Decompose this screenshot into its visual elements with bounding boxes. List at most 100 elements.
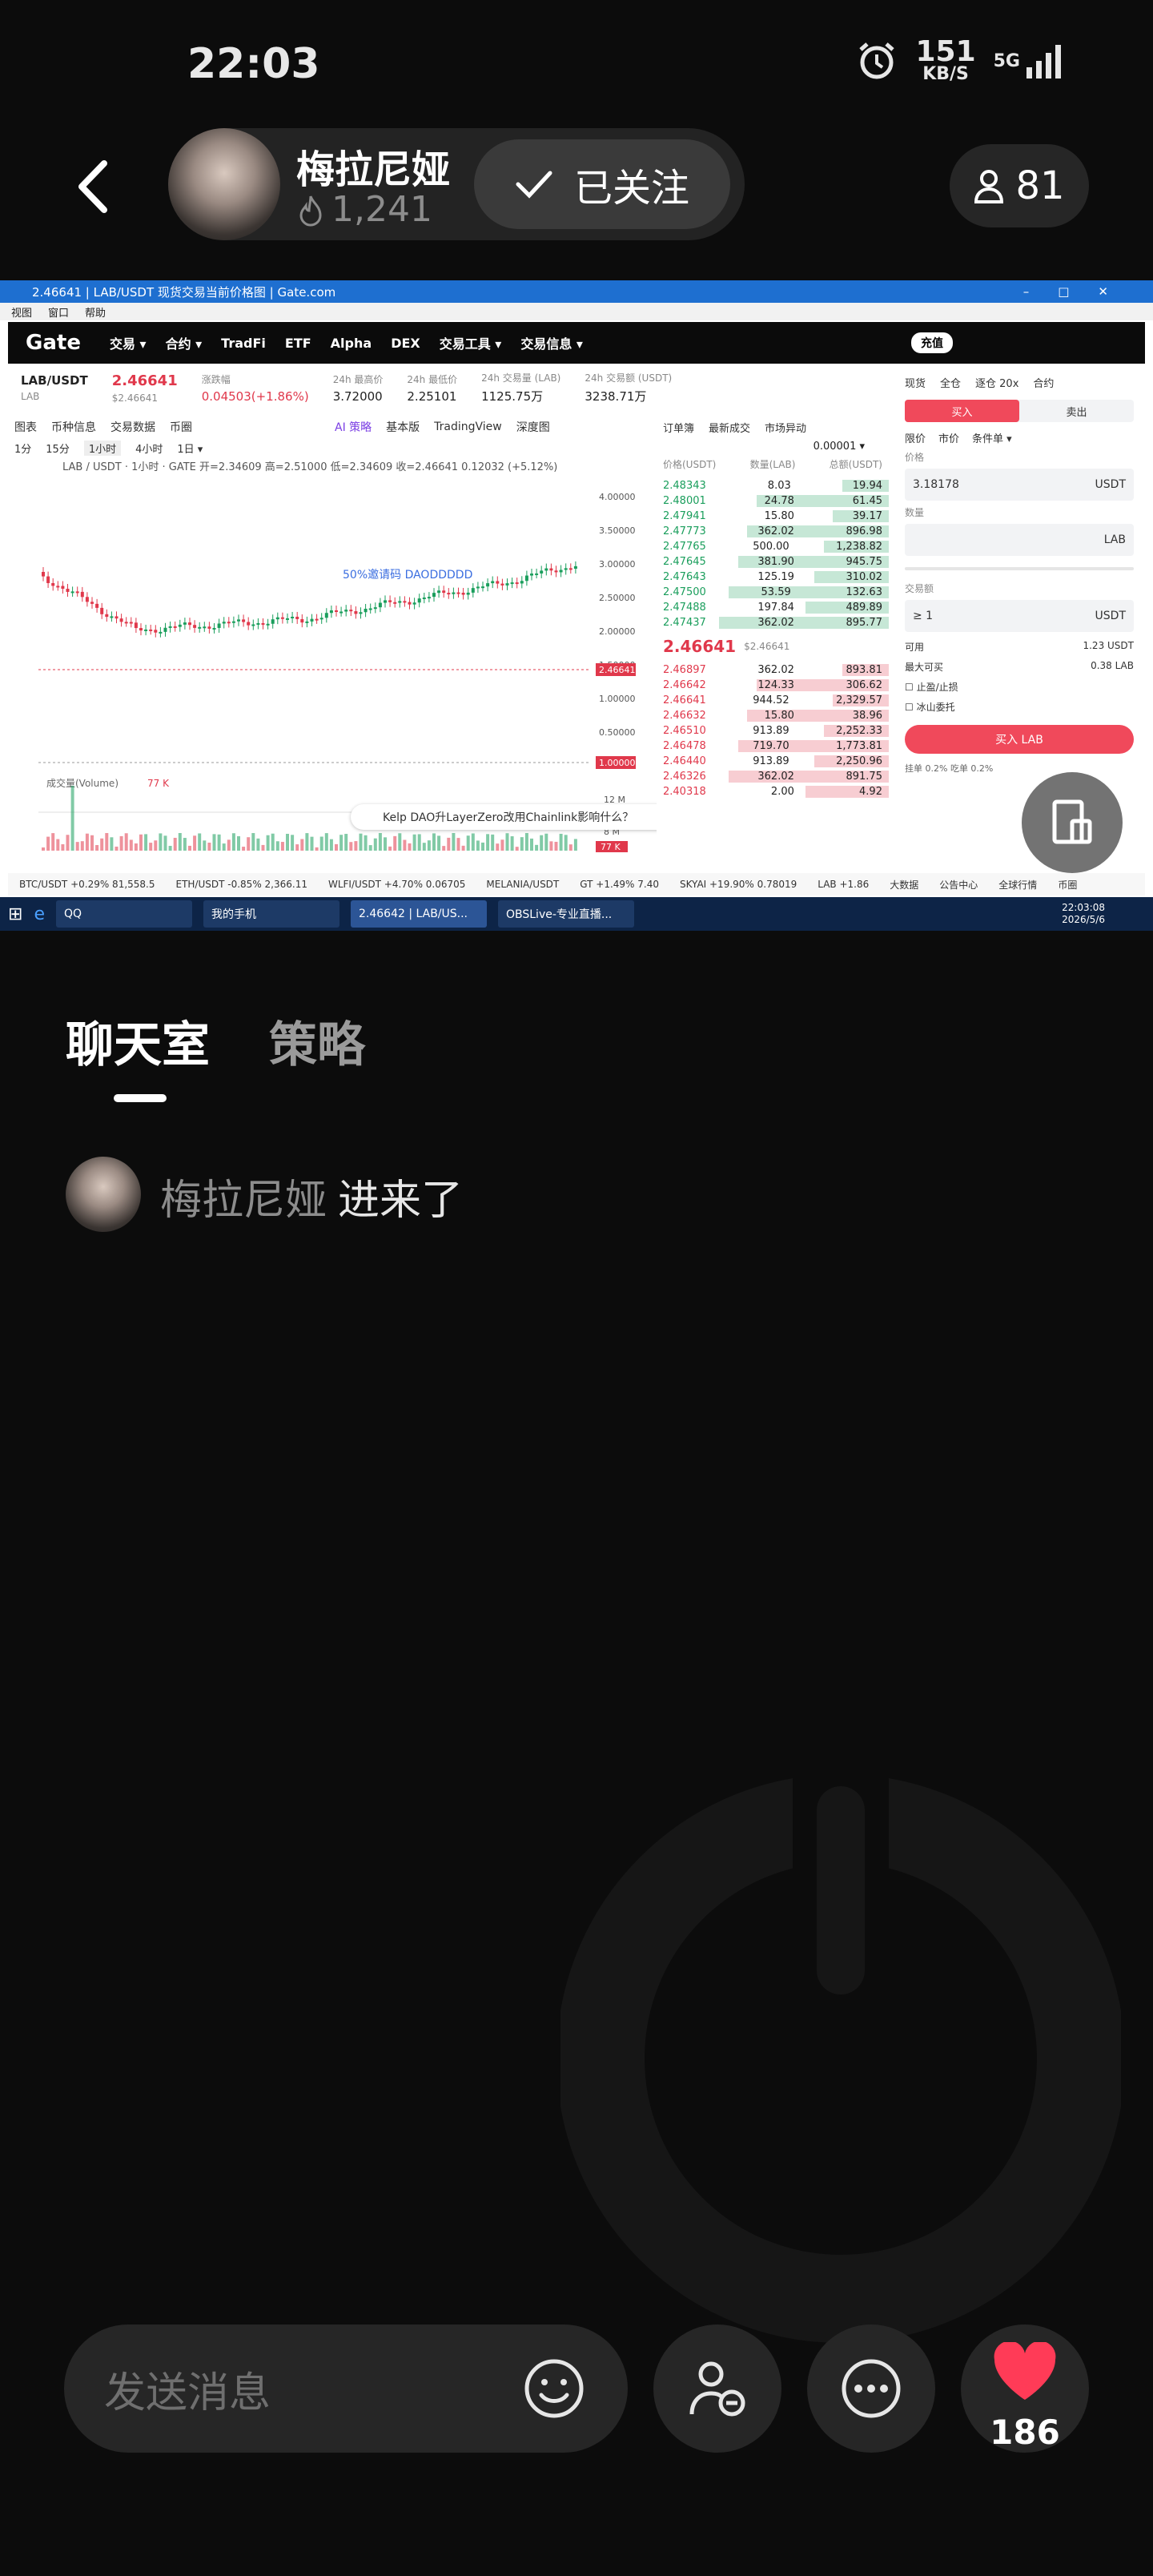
tab-chart[interactable]: 图表	[14, 419, 37, 435]
view-depth[interactable]: 深度图	[516, 419, 550, 435]
bid-row[interactable]: 2.47488 197.84 489.89	[657, 600, 889, 615]
interval-1m[interactable]: 1分	[14, 441, 31, 456]
price-input[interactable]: 3.18178 USDT	[905, 469, 1134, 501]
tab-recent-trades[interactable]: 最新成交	[709, 420, 750, 435]
qty-slider[interactable]	[905, 567, 1134, 570]
interval-4h[interactable]: 4小时	[135, 441, 163, 456]
task-gate[interactable]: 2.46642 | LAB/US...	[350, 900, 487, 928]
tab-market-moves[interactable]: 市场异动	[765, 420, 806, 435]
bid-row[interactable]: 2.47941 15.80 39.17	[657, 509, 889, 524]
view-basic[interactable]: 基本版	[386, 419, 420, 435]
bid-row[interactable]: 2.47437 362.02 895.77	[657, 615, 889, 630]
tab-strategy[interactable]: 策略	[269, 1006, 365, 1076]
follow-button[interactable]: 已关注	[474, 139, 730, 229]
bid-row[interactable]: 2.47773 362.02 896.98	[657, 524, 889, 539]
link-announcements[interactable]: 公告中心	[939, 878, 978, 892]
ask-row[interactable]: 2.46642 124.33 306.62	[657, 678, 889, 693]
bid-row[interactable]: 2.47645 381.90 945.75	[657, 554, 889, 570]
ticker-skyai[interactable]: SKYAI +19.90% 0.78019	[680, 879, 797, 890]
nav-info[interactable]: 交易信息 ▾	[520, 333, 583, 352]
buy-submit-button[interactable]: 买入 LAB	[905, 725, 1134, 754]
order-limit[interactable]: 限价	[905, 430, 926, 445]
ask-row[interactable]: 2.46440 913.89 2,250.96	[657, 754, 889, 769]
ask-row[interactable]: 2.46641 944.52 2,329.57	[657, 693, 889, 708]
emoji-icon[interactable]	[522, 2357, 586, 2421]
windows-start-icon[interactable]: ⊞	[8, 904, 22, 924]
pair-name[interactable]: LAB/USDT	[21, 373, 88, 388]
ask-row[interactable]: 2.46510 913.89 2,252.33	[657, 723, 889, 739]
viewer-count-button[interactable]: 81	[950, 144, 1089, 227]
deposit-button[interactable]: 充值	[911, 332, 953, 353]
ask-row[interactable]: 2.46478 719.70 1,773.81	[657, 739, 889, 754]
tab-trade-data[interactable]: 交易数据	[110, 419, 155, 435]
bid-row[interactable]: 2.47643 125.19 310.02	[657, 570, 889, 585]
ticker-eth[interactable]: ETH/USDT -0.85% 2,366.11	[176, 879, 307, 890]
tab-contract[interactable]: 合约	[1033, 375, 1054, 390]
precision-select[interactable]: 0.00001 ▾	[657, 437, 889, 457]
buy-tab[interactable]: 买入	[905, 400, 1019, 422]
task-my-phone[interactable]: 我的手机	[203, 900, 339, 928]
gate-logo[interactable]: Gate	[26, 331, 81, 355]
task-obs[interactable]: OBSLive-专业直播...	[497, 900, 634, 928]
link-global-market[interactable]: 全球行情	[998, 878, 1037, 892]
order-market[interactable]: 市价	[938, 430, 959, 445]
mic-user-button[interactable]	[653, 2324, 781, 2453]
nav-futures[interactable]: 合约 ▾	[166, 333, 203, 352]
nav-trade[interactable]: 交易 ▾	[110, 333, 147, 352]
nav-tradfi[interactable]: TradFi	[221, 336, 266, 351]
view-tradingview[interactable]: TradingView	[434, 421, 502, 433]
ticker-gt[interactable]: GT +1.49% 7.40	[580, 879, 659, 890]
ticker-melania[interactable]: MELANIA/USDT	[486, 879, 559, 890]
tab-cross[interactable]: 全仓	[940, 375, 961, 390]
streamer-avatar[interactable]	[168, 128, 280, 240]
link-coin-circle[interactable]: 币圈	[1058, 878, 1077, 892]
ask-row[interactable]: 2.46897 362.02 893.81	[657, 662, 889, 678]
view-ai[interactable]: AI 策略	[335, 419, 372, 435]
checkbox-tpsl[interactable]: ☐ 止盈/止损	[897, 677, 1142, 697]
menu-window[interactable]: 窗口	[48, 304, 69, 320]
ticker-wlfi[interactable]: WLFI/USDT +4.70% 0.06705	[328, 879, 465, 890]
tab-coin-circle[interactable]: 币圈	[170, 419, 192, 435]
tab-isolated[interactable]: 逐仓 20x	[975, 375, 1018, 390]
interval-15m[interactable]: 15分	[46, 441, 70, 456]
task-qq[interactable]: QQ	[55, 900, 192, 928]
interval-1d[interactable]: 1日 ▾	[177, 441, 203, 456]
window-controls[interactable]: –□✕	[1023, 284, 1137, 299]
bid-row[interactable]: 2.48001 24.78 61.45	[657, 493, 889, 509]
bid-row[interactable]: 2.47500 53.59 132.63	[657, 585, 889, 600]
ticker-btc[interactable]: BTC/USDT +0.29% 81,558.5	[19, 879, 155, 890]
back-arrow-icon[interactable]	[72, 159, 112, 215]
bid-row[interactable]: 2.47765 500.00 1,238.82	[657, 539, 889, 554]
price-chart[interactable]: 图表 币种信息 交易数据 币圈 AI 策略 基本版 TradingView 深度…	[14, 417, 783, 865]
ticker-lab[interactable]: LAB +1.86	[818, 879, 869, 890]
candles-svg[interactable]: 4.000003.500003.000002.500002.000001.500…	[14, 476, 647, 852]
nav-dex[interactable]: DEX	[391, 336, 420, 351]
order-conditional[interactable]: 条件单 ▾	[972, 430, 1012, 445]
ask-row[interactable]: 2.40318 2.00 4.92	[657, 784, 889, 799]
ask-row[interactable]: 2.46326 362.02 891.75	[657, 769, 889, 784]
floating-document-button[interactable]	[1022, 772, 1123, 873]
tab-orderbook[interactable]: 订单簿	[663, 420, 694, 435]
screen-share[interactable]: 2.46641 | LAB/USDT 现货交易当前价格图 | Gate.com …	[0, 280, 1153, 931]
qty-input[interactable]: LAB	[905, 524, 1134, 556]
tab-chat-room[interactable]: 聊天室	[66, 1006, 210, 1076]
bid-row[interactable]: 2.48343 8.03 19.94	[657, 478, 889, 493]
sell-tab[interactable]: 卖出	[1019, 400, 1134, 422]
tab-spot[interactable]: 现货	[905, 375, 926, 390]
menu-view[interactable]: 视图	[11, 304, 32, 320]
ask-row[interactable]: 2.46632 15.80 38.96	[657, 708, 889, 723]
nav-alpha[interactable]: Alpha	[331, 336, 372, 351]
link-big-data[interactable]: 大数据	[890, 878, 918, 892]
interval-1h[interactable]: 1小时	[83, 440, 122, 456]
menu-help[interactable]: 帮助	[85, 304, 106, 320]
tab-coin-info[interactable]: 币种信息	[51, 419, 96, 435]
nav-etf[interactable]: ETF	[285, 336, 311, 351]
more-options-button[interactable]	[807, 2324, 935, 2453]
ie-icon[interactable]: e	[34, 904, 45, 924]
amount-input[interactable]: ≥ 1 USDT	[905, 600, 1134, 632]
join-user-avatar[interactable]	[66, 1157, 141, 1232]
ask-total: 2,329.57	[836, 694, 882, 706]
checkbox-iceberg[interactable]: ☐ 冰山委托	[897, 697, 1142, 717]
join-user-name[interactable]: 梅拉尼娅	[160, 1166, 327, 1226]
nav-tools[interactable]: 交易工具 ▾	[440, 333, 502, 352]
